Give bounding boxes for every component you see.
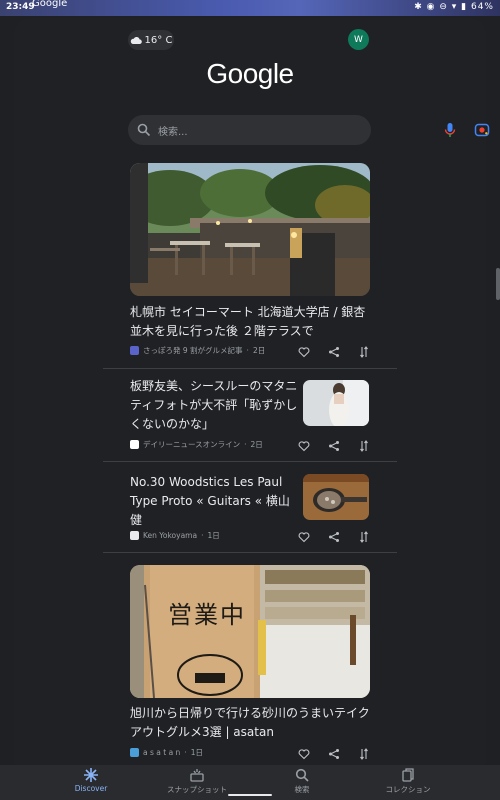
card-age: 1日 bbox=[190, 747, 203, 757]
card-age: 2日 bbox=[250, 439, 263, 449]
card-actions bbox=[298, 528, 372, 543]
battery-level: 64% bbox=[470, 2, 494, 12]
card-image[interactable] bbox=[130, 163, 370, 296]
status-bar: 23:49 Google ✱ ◉ ⊖ ▾ ▮ 64% bbox=[0, 0, 500, 16]
source-favicon bbox=[130, 439, 139, 449]
card-title[interactable]: No.30 Woodstics Les Paul Type Proto « Gu… bbox=[130, 473, 298, 530]
card-meta: デイリーニュースオンライン · 2日 bbox=[130, 437, 263, 451]
divider bbox=[103, 368, 397, 369]
card-meta: さっぽろ発 9 割がグルメ記事 · 2日 bbox=[130, 343, 265, 357]
discover-icon bbox=[84, 768, 98, 782]
search-icon bbox=[295, 768, 309, 782]
google-logo: Google bbox=[206, 58, 294, 89]
mic-icon[interactable] bbox=[444, 122, 456, 138]
tune-icon[interactable] bbox=[358, 437, 372, 452]
nav-label: 検索 bbox=[294, 785, 310, 794]
card-source: さっぽろ発 9 割がグルメ記事 bbox=[143, 345, 243, 355]
nav-label: Discover bbox=[74, 784, 108, 793]
card-actions bbox=[298, 437, 372, 452]
card-title[interactable]: 板野友美、シースルーのマタニティフォトが大不評「恥ずかしくないのかな」 bbox=[130, 377, 298, 434]
search-icon bbox=[137, 123, 151, 137]
nav-label: コレクション bbox=[385, 785, 431, 794]
source-favicon bbox=[130, 345, 139, 355]
source-favicon bbox=[130, 530, 139, 540]
tune-icon[interactable] bbox=[358, 343, 372, 358]
card-thumbnail[interactable] bbox=[303, 380, 369, 426]
nav-collections[interactable]: コレクション bbox=[358, 767, 458, 795]
card-source: a s a t a n bbox=[143, 747, 181, 757]
status-app-name: Google bbox=[32, 0, 68, 9]
tune-icon[interactable] bbox=[358, 745, 372, 760]
card-thumbnail[interactable] bbox=[303, 474, 369, 520]
card-age: 1日 bbox=[207, 530, 220, 540]
share-icon[interactable] bbox=[328, 745, 342, 759]
tune-icon[interactable] bbox=[358, 528, 372, 543]
cloud-icon bbox=[130, 36, 142, 44]
nav-search[interactable]: 検索 bbox=[252, 767, 352, 795]
search-bar[interactable]: 検索... bbox=[128, 115, 490, 145]
snapshot-icon bbox=[190, 769, 204, 782]
card-source: デイリーニュースオンライン bbox=[143, 439, 241, 449]
heart-icon[interactable] bbox=[298, 437, 312, 452]
status-time: 23:49 bbox=[6, 2, 35, 12]
heart-icon[interactable] bbox=[298, 528, 312, 543]
share-icon[interactable] bbox=[328, 528, 342, 542]
card-image[interactable]: 営業中 bbox=[130, 565, 370, 698]
divider bbox=[103, 461, 397, 462]
lens-icon[interactable] bbox=[474, 122, 490, 138]
card-title[interactable]: 旭川から日帰りで行ける砂川のうまいテイクアウトグルメ3選 | asatan bbox=[130, 704, 370, 742]
card-actions bbox=[298, 343, 372, 358]
divider bbox=[103, 552, 397, 553]
heart-icon[interactable] bbox=[298, 745, 312, 760]
card-meta: a s a t a n · 1日 bbox=[130, 745, 203, 759]
card-actions bbox=[298, 745, 372, 760]
card-source: Ken Yokoyama bbox=[143, 530, 198, 540]
search-placeholder: 検索... bbox=[158, 127, 188, 138]
heart-icon[interactable] bbox=[298, 343, 312, 358]
avatar[interactable]: W bbox=[348, 29, 369, 50]
gesture-bar[interactable] bbox=[228, 794, 272, 796]
sign-kanji: 営業中 bbox=[168, 601, 246, 629]
weather-temp: 16° C bbox=[144, 34, 173, 46]
source-favicon bbox=[130, 747, 139, 757]
nav-snapshot[interactable]: スナップショット bbox=[147, 767, 247, 795]
nav-discover[interactable]: Discover bbox=[41, 767, 141, 793]
card-meta: Ken Yokoyama · 1日 bbox=[130, 528, 220, 542]
card-title[interactable]: 札幌市 セイコーマート 北海道大学店 / 銀杏並木を見に行った後 ２階テラスで bbox=[130, 303, 370, 341]
scrollbar[interactable] bbox=[496, 268, 500, 300]
share-icon[interactable] bbox=[328, 343, 342, 357]
status-icons: ✱ ◉ ⊖ ▾ ▮ 64% bbox=[414, 2, 494, 12]
weather-chip[interactable]: 16° C bbox=[128, 30, 174, 50]
nav-label: スナップショット bbox=[167, 785, 227, 794]
collections-icon bbox=[402, 768, 414, 782]
share-icon[interactable] bbox=[328, 437, 342, 451]
card-age: 2日 bbox=[252, 345, 266, 355]
